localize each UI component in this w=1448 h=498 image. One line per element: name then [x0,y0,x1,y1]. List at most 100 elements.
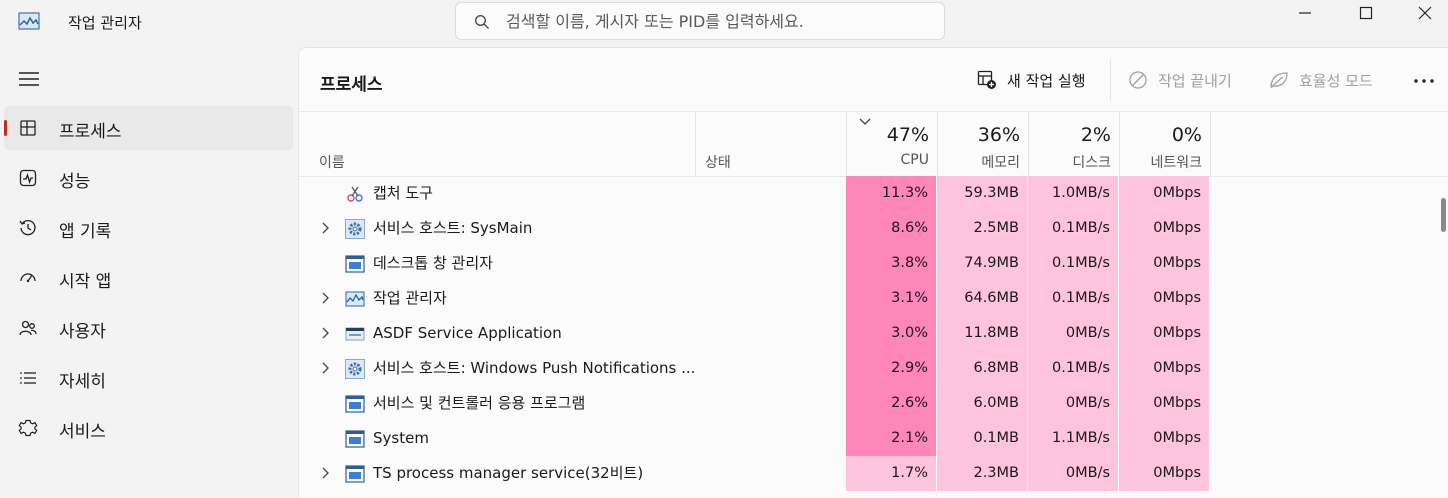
network-value: 0Mbps [1119,281,1209,316]
memory-value: 11.8MB [937,316,1027,351]
process-name: TS process manager service(32비트) [373,464,644,482]
network-total: 0% [1171,124,1202,146]
process-name: 서비스 호스트: Windows Push Notifications ... [373,359,696,377]
table-row[interactable]: 서비스 호스트: Windows Push Notifications ... 2… [299,351,1439,386]
active-indicator [4,120,7,136]
process-name: ASDF Service Application [373,324,562,342]
run-new-task-label: 새 작업 실행 [1007,72,1086,90]
cpu-value: 1.7% [846,456,936,491]
app-history-icon [19,220,36,236]
scrollbar-thumb[interactable] [1441,198,1446,232]
process-name: 데스크톱 창 관리자 [373,254,493,272]
sidebar-item-label: 자세히 [59,372,106,392]
table-row[interactable]: 서비스 호스트: SysMain 8.6% 2.5MB 0.1MB/s 0Mbps [299,211,1439,246]
cpu-value: 2.1% [846,421,936,456]
performance-icon [19,169,37,187]
gear-icon [345,359,365,379]
network-value: 0Mbps [1119,316,1209,351]
memory-label: 메모리 [981,155,1020,171]
end-task-icon [1129,71,1147,89]
process-table: 캡처 도구 11.3% 59.3MB 1.0MB/s 0Mbps 서비스 호스트: Sys… [299,176,1439,491]
expand-chevron-icon[interactable] [321,292,331,304]
expand-chevron-icon[interactable] [321,222,331,234]
minimize-button[interactable] [1282,0,1328,28]
sidebar-item-label: 프로세스 [59,122,122,142]
startup-apps-icon [20,273,36,283]
expand-chevron-icon[interactable] [321,467,331,479]
memory-value: 2.3MB [937,456,1027,491]
expand-chevron-icon[interactable] [321,327,331,339]
window-icon [345,254,365,274]
cpu-value: 3.0% [846,316,936,351]
column-divider[interactable] [1210,112,1211,176]
process-name: System [373,429,429,447]
network-value: 0Mbps [1119,211,1209,246]
details-icon [20,372,36,384]
command-separator [1110,60,1111,100]
network-value: 0Mbps [1119,351,1209,386]
expand-chevron-icon[interactable] [321,362,331,374]
table-row[interactable]: TS process manager service(32비트) 1.7% 2.3M… [299,456,1439,491]
disk-value: 0.1MB/s [1028,211,1118,246]
network-value: 0Mbps [1119,456,1209,491]
memory-value: 6.8MB [937,351,1027,386]
process-name: 작업 관리자 [373,289,447,307]
asus-app-icon [345,324,365,344]
app-title: 작업 관리자 [68,14,142,32]
task-manager-icon [345,289,365,309]
table-row[interactable]: 작업 관리자 3.1% 64.6MB 0.1MB/s 0Mbps [299,281,1439,316]
cpu-value: 3.8% [846,246,936,281]
page-title: 프로세스 [320,75,383,95]
sidebar-item-performance[interactable]: 성능 [4,156,293,200]
processes-icon [20,120,36,136]
disk-value: 0MB/s [1028,456,1118,491]
memory-value: 0.1MB [937,421,1027,456]
search-box[interactable] [455,2,945,40]
cpu-total: 47% [886,124,929,146]
table-row[interactable]: ASDF Service Application 3.0% 11.8MB 0MB/s 0… [299,316,1439,351]
close-button[interactable] [1402,0,1448,28]
leaf-icon [1270,72,1288,89]
network-value: 0Mbps [1119,176,1209,211]
process-name: 서비스 호스트: SysMain [373,219,533,237]
window-icon [345,429,365,449]
sidebar-item-app-history[interactable]: 앱 기록 [4,206,293,250]
table-row[interactable]: 캡처 도구 11.3% 59.3MB 1.0MB/s 0Mbps [299,176,1439,211]
network-value: 0Mbps [1119,421,1209,456]
memory-value: 6.0MB [937,386,1027,421]
disk-value: 1.0MB/s [1028,176,1118,211]
process-name: 서비스 및 컨트롤러 응용 프로그램 [373,394,586,412]
disk-value: 0.1MB/s [1028,281,1118,316]
memory-total: 36% [977,124,1020,146]
search-input[interactable] [506,9,926,33]
sidebar-item-startup-apps[interactable]: 시작 앱 [4,256,293,300]
column-header-name[interactable] [299,112,695,176]
sidebar-item-users[interactable]: 사용자 [4,306,293,350]
cpu-value: 8.6% [846,211,936,246]
disk-value: 1.1MB/s [1028,421,1118,456]
column-name-label: 이름 [319,155,345,171]
table-row[interactable]: System 2.1% 0.1MB 1.1MB/s 0Mbps [299,421,1439,456]
memory-value: 64.6MB [937,281,1027,316]
sidebar-item-processes[interactable]: 프로세스 [4,106,293,150]
search-icon [475,15,489,29]
hamburger-menu-icon[interactable] [18,70,40,88]
sidebar-item-services[interactable]: 서비스 [4,406,293,450]
sidebar-nav: 프로세스 성능 앱 기록 시작 앱 사용자 자세히 서비스 [4,106,293,456]
minimize-icon [1299,12,1311,14]
maximize-button[interactable] [1343,0,1389,28]
title-bar: 작업 관리자 [0,0,1448,46]
table-row[interactable]: 서비스 및 컨트롤러 응용 프로그램 2.6% 6.0MB 0MB/s 0Mbps [299,386,1439,421]
sidebar-item-details[interactable]: 자세히 [4,356,293,400]
more-options-icon[interactable] [1411,68,1437,94]
network-label: 네트워크 [1150,155,1202,171]
task-manager-icon [18,12,40,30]
disk-value: 0MB/s [1028,316,1118,351]
disk-total: 2% [1080,124,1111,146]
table-row[interactable]: 데스크톱 창 관리자 3.8% 74.9MB 0.1MB/s 0Mbps [299,246,1439,281]
column-divider[interactable] [695,112,696,176]
services-icon [18,419,38,437]
maximize-icon [1359,6,1373,20]
users-icon [19,320,37,336]
memory-value: 59.3MB [937,176,1027,211]
